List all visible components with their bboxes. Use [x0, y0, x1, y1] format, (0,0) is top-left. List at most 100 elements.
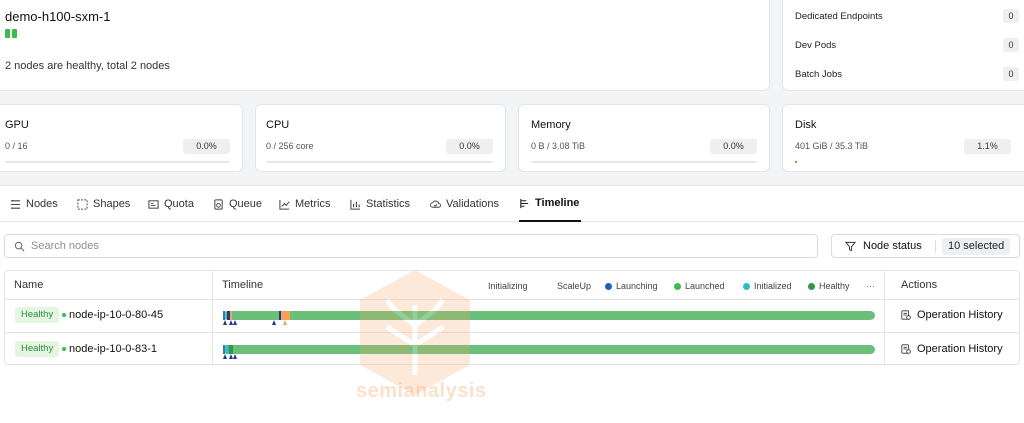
- cluster-detail-panel: Nodes Shapes Quota Queue Metrics Statist…: [0, 185, 1024, 423]
- timeline-icon: [520, 198, 529, 208]
- workload-count: 0: [1003, 38, 1019, 52]
- memory-resource-card: Memory 0 B / 3.08 TiB 0.0%: [518, 104, 770, 172]
- tab-bar: Nodes Shapes Quota Queue Metrics Statist…: [0, 186, 1024, 222]
- metrics-icon: [279, 199, 290, 210]
- column-divider: [212, 271, 213, 366]
- tab-statistics[interactable]: Statistics: [350, 186, 410, 222]
- selected-count-badge: 10 selected: [942, 238, 1011, 255]
- workload-count: 0: [1003, 67, 1019, 81]
- workload-label: Batch Jobs: [795, 68, 842, 80]
- tab-queue[interactable]: Queue: [213, 186, 262, 222]
- workloads-card: Dedicated Endpoints 0 Dev Pods 0 Batch J…: [782, 0, 1024, 91]
- legend-label: Initializing: [488, 281, 528, 291]
- legend-dot: [674, 282, 681, 290]
- operation-history-link[interactable]: Operation History: [901, 309, 1003, 321]
- timeline-segment-healthy: [229, 345, 233, 354]
- resource-usage-fill: [795, 161, 798, 163]
- legend-initializing: Initializing: [488, 281, 528, 291]
- tab-shapes[interactable]: Shapes: [77, 186, 130, 222]
- resource-percent: 1.1%: [964, 139, 1011, 154]
- legend-more-button[interactable]: ···: [866, 281, 875, 291]
- timeline-segment-scaleup: [281, 311, 290, 320]
- disk-resource-card: Disk 401 GiB / 35.3 TiB 1.1%: [782, 104, 1024, 172]
- resource-percent: 0.0%: [710, 139, 757, 154]
- timeline-event-marker: [223, 354, 227, 359]
- nodes-timeline-table: Name Timeline Initializing ScaleUp Launc…: [4, 270, 1020, 366]
- timeline-segment-launching: [223, 345, 225, 354]
- filter-label: Node status: [863, 240, 922, 252]
- search-input[interactable]: [31, 237, 811, 255]
- tab-validations[interactable]: Validations: [430, 186, 499, 222]
- statistics-icon: [350, 199, 361, 210]
- column-header-actions: Actions: [901, 279, 938, 291]
- resource-title: GPU: [5, 119, 29, 131]
- gpu-resource-card: GPU 0 / 16 0.0%: [0, 104, 243, 172]
- legend-initialized: Initialized: [743, 281, 792, 291]
- timeline-event-marker: [223, 320, 227, 325]
- tab-label: Queue: [229, 198, 263, 210]
- tab-label: Validations: [446, 198, 499, 210]
- tab-timeline[interactable]: Timeline: [519, 186, 582, 222]
- tab-metrics[interactable]: Metrics: [279, 186, 330, 222]
- resource-usage: 0 / 256 core: [266, 141, 314, 151]
- row-divider: [5, 299, 1019, 300]
- legend-launching: Launching: [605, 281, 658, 291]
- history-icon: [901, 344, 911, 354]
- tab-nodes[interactable]: Nodes: [10, 186, 58, 222]
- column-header-name: Name: [14, 279, 44, 291]
- cpu-resource-card: CPU 0 / 256 core 0.0%: [255, 104, 506, 172]
- workload-row-batch-jobs: Batch Jobs 0: [795, 67, 1019, 81]
- healthy-node-dot: [12, 29, 17, 38]
- legend-label: ScaleUp: [557, 281, 592, 291]
- operation-history-link[interactable]: Operation History: [901, 343, 1003, 355]
- legend-label: Launching: [616, 281, 658, 291]
- row-divider: [5, 332, 1019, 333]
- legend-dot: [605, 282, 612, 290]
- node-timeline-bar[interactable]: [223, 311, 875, 320]
- legend-label: Healthy: [819, 281, 850, 291]
- cluster-health-summary: 2 nodes are healthy, total 2 nodes: [5, 60, 170, 72]
- resource-usage: 0 / 16: [5, 141, 28, 151]
- legend-healthy: Healthy: [808, 281, 850, 291]
- quota-icon: [148, 199, 159, 209]
- operation-history-label: Operation History: [917, 309, 1003, 321]
- queue-icon: [214, 198, 223, 210]
- status-badge: Healthy: [15, 341, 60, 357]
- workload-row-dedicated-endpoints: Dedicated Endpoints 0: [795, 9, 1019, 23]
- legend-dot: [743, 282, 750, 290]
- health-indicator: [5, 29, 17, 38]
- filter-icon: [845, 241, 856, 252]
- node-name[interactable]: node-ip-10-0-83-1: [69, 343, 157, 355]
- resource-usage-bar: [266, 161, 493, 163]
- tab-label: Nodes: [26, 198, 58, 210]
- resource-percent: 0.0%: [183, 139, 230, 154]
- nodes-icon: [10, 199, 21, 209]
- search-box: [4, 234, 818, 258]
- tab-label: Shapes: [93, 198, 131, 210]
- workload-label: Dedicated Endpoints: [795, 10, 883, 22]
- node-name[interactable]: node-ip-10-0-80-45: [69, 309, 163, 321]
- column-header-timeline: Timeline: [222, 279, 264, 291]
- legend-label: Initialized: [754, 281, 792, 291]
- timeline-event-marker: [283, 320, 287, 325]
- resource-usage: 401 GiB / 35.3 TiB: [795, 141, 869, 151]
- resource-usage-bar: [795, 161, 1011, 163]
- node-status-filter[interactable]: Node status 10 selected: [831, 234, 1020, 258]
- tab-label: Metrics: [295, 198, 331, 210]
- validations-icon: [430, 200, 441, 208]
- resource-usage: 0 B / 3.08 TiB: [531, 141, 586, 151]
- column-divider: [884, 271, 885, 366]
- resource-usage-bar: [5, 161, 230, 163]
- resource-title: CPU: [266, 119, 290, 131]
- workload-count: 0: [1003, 9, 1019, 23]
- node-timeline-bar[interactable]: [223, 345, 875, 354]
- node-status-dot: [62, 347, 66, 351]
- resource-percent: 0.0%: [446, 139, 493, 154]
- search-icon: [14, 241, 25, 252]
- tab-quota[interactable]: Quota: [148, 186, 194, 222]
- timeline-event-marker: [233, 320, 237, 325]
- workload-label: Dev Pods: [795, 39, 837, 51]
- shapes-icon: [77, 198, 88, 210]
- tab-label: Quota: [164, 198, 194, 210]
- filter-divider: [935, 240, 936, 253]
